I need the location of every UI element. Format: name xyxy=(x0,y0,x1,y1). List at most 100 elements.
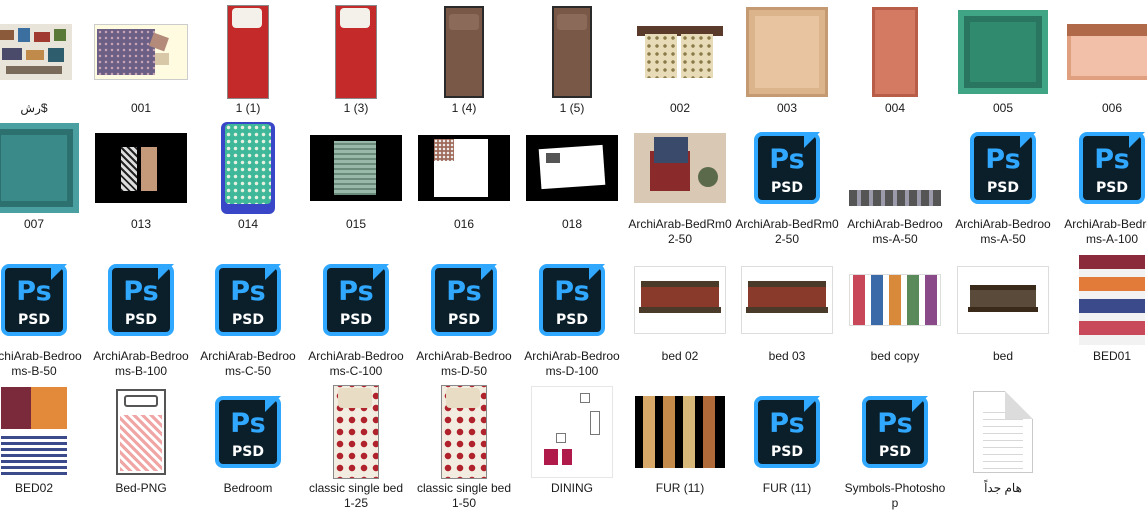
file-label: 013 xyxy=(130,217,152,231)
image-thumbnail-icon xyxy=(196,120,300,216)
file-item[interactable]: BED02 xyxy=(0,384,86,496)
file-item[interactable]: 001 xyxy=(89,4,193,116)
file-label: ArchiArab-Bedrooms-A-100 xyxy=(1064,217,1147,246)
file-label: ArchiArab-Bedrooms-A-50 xyxy=(955,217,1051,246)
file-label: رش$ xyxy=(20,101,48,115)
image-thumbnail-icon xyxy=(520,4,624,100)
photoshop-file-icon: Ps PSD xyxy=(735,384,839,480)
file-item[interactable]: 006 xyxy=(1060,4,1147,116)
image-thumbnail-icon xyxy=(412,384,516,480)
image-thumbnail-icon xyxy=(304,120,408,216)
file-item[interactable]: 018 xyxy=(520,120,624,232)
file-item[interactable]: Ps PSD Bedroom xyxy=(196,384,300,496)
file-label: BED02 xyxy=(14,481,54,495)
photoshop-file-icon: Ps PSD xyxy=(196,252,300,348)
file-label: 018 xyxy=(561,217,583,231)
file-item[interactable]: 003 xyxy=(735,4,839,116)
file-item[interactable]: bed xyxy=(951,252,1055,364)
image-thumbnail-icon xyxy=(735,252,839,348)
image-thumbnail-icon xyxy=(843,4,947,100)
file-item[interactable]: ArchiArab-BedRm02-50 xyxy=(628,120,732,247)
file-item[interactable]: 013 xyxy=(89,120,193,232)
file-label: 015 xyxy=(345,217,367,231)
file-item[interactable]: 004 xyxy=(843,4,947,116)
file-label: 014 xyxy=(237,217,259,231)
file-item[interactable]: BED01 xyxy=(1060,252,1147,364)
image-thumbnail-icon xyxy=(89,4,193,100)
image-thumbnail-icon xyxy=(843,252,947,348)
photoshop-file-icon: Ps PSD xyxy=(89,252,193,348)
file-item[interactable]: Ps PSD ArchiArab-Bedrooms-A-50 xyxy=(951,120,1055,247)
file-label: 002 xyxy=(669,101,691,115)
text-document-icon xyxy=(951,384,1055,480)
file-item[interactable]: bed 02 xyxy=(628,252,732,364)
photoshop-file-icon: Ps PSD xyxy=(0,252,86,348)
file-label: ArchiArab-BedRm02-50 xyxy=(735,217,839,246)
photoshop-file-icon: Ps PSD xyxy=(304,252,408,348)
file-item[interactable]: Ps PSD ArchiArab-Bedrooms-C-50 xyxy=(196,252,300,379)
file-label: FUR (11) xyxy=(762,481,812,495)
photoshop-file-icon: Ps PSD xyxy=(735,120,839,216)
file-label: DINING xyxy=(551,481,593,495)
file-label: ArchiArab-Bedrooms-C-50 xyxy=(200,349,296,378)
photoshop-file-icon: Ps PSD xyxy=(951,120,1055,216)
file-item[interactable]: 015 xyxy=(304,120,408,232)
file-label: 1 (3) xyxy=(343,101,369,115)
file-label: 1 (1) xyxy=(235,101,261,115)
file-label: ArchiArab-BedRm02-50 xyxy=(628,217,732,246)
file-label: 001 xyxy=(130,101,152,115)
image-thumbnail-icon xyxy=(520,384,624,480)
file-item[interactable]: 005 xyxy=(951,4,1055,116)
image-thumbnail-icon xyxy=(1060,252,1147,348)
image-thumbnail-icon xyxy=(951,4,1055,100)
image-thumbnail-icon xyxy=(843,120,947,216)
file-item[interactable]: Ps PSD ArchiArab-Bedrooms-D-50 xyxy=(412,252,516,379)
file-item[interactable]: 1 (4) xyxy=(412,4,516,116)
file-label: ArchiArab-Bedrooms-C-100 xyxy=(308,349,404,378)
image-thumbnail-icon xyxy=(412,4,516,100)
image-thumbnail-icon xyxy=(0,120,86,216)
photoshop-file-icon: Ps PSD xyxy=(843,384,947,480)
file-item[interactable]: رش$ xyxy=(0,4,86,116)
file-item[interactable]: 014 xyxy=(196,120,300,232)
file-item[interactable]: 1 (5) xyxy=(520,4,624,116)
file-item[interactable]: 1 (1) xyxy=(196,4,300,116)
file-label: هام جداً xyxy=(984,481,1022,495)
file-item[interactable]: Ps PSD Symbols-Photoshop xyxy=(843,384,947,511)
file-label: FUR (11) xyxy=(655,481,705,495)
file-item[interactable]: bed copy xyxy=(843,252,947,364)
file-item[interactable]: Ps PSD ArchiArab-Bedrooms-B-100 xyxy=(89,252,193,379)
file-item[interactable]: 016 xyxy=(412,120,516,232)
image-thumbnail-icon xyxy=(0,384,86,480)
image-thumbnail-icon xyxy=(1060,4,1147,100)
photoshop-file-icon: Ps PSD xyxy=(412,252,516,348)
image-thumbnail-icon xyxy=(628,120,732,216)
file-item[interactable]: FUR (11) xyxy=(628,384,732,496)
file-item[interactable]: Bed-PNG xyxy=(89,384,193,496)
file-item[interactable]: classic single bed 1-25 xyxy=(304,384,408,511)
image-thumbnail-icon xyxy=(0,4,86,100)
file-label: 1 (4) xyxy=(451,101,477,115)
file-item[interactable]: Ps PSD ArchiArab-BedRm02-50 xyxy=(735,120,839,247)
file-item[interactable]: هام جداً xyxy=(951,384,1055,496)
file-item[interactable]: 1 (3) xyxy=(304,4,408,116)
file-label: ArchiArab-Bedrooms-B-50 xyxy=(0,349,82,378)
file-item[interactable]: DINING xyxy=(520,384,624,496)
file-item[interactable]: ArchiArab-Bedrooms-A-50 xyxy=(843,120,947,247)
file-item[interactable]: Ps PSD ArchiArab-Bedrooms-D-100 xyxy=(520,252,624,379)
file-label: classic single bed 1-25 xyxy=(308,481,404,510)
file-item[interactable]: PsPSD ArchiArab-Bedrooms-B-50 xyxy=(0,252,86,379)
file-item[interactable]: Ps PSD FUR (11) xyxy=(735,384,839,496)
file-item[interactable]: 007 xyxy=(0,120,86,232)
file-item[interactable]: PsPSD ArchiArab-Bedrooms-A-100 xyxy=(1060,120,1147,247)
file-label: ArchiArab-Bedrooms-D-100 xyxy=(524,349,620,378)
file-item[interactable]: bed 03 xyxy=(735,252,839,364)
file-label: 007 xyxy=(23,217,45,231)
file-item[interactable]: 002 xyxy=(628,4,732,116)
file-item[interactable]: Ps PSD ArchiArab-Bedrooms-C-100 xyxy=(304,252,408,379)
photoshop-file-icon: Ps PSD xyxy=(1060,120,1147,216)
file-label: classic single bed 1-50 xyxy=(416,481,512,510)
file-item[interactable]: classic single bed 1-50 xyxy=(412,384,516,511)
file-label: bed xyxy=(992,349,1014,363)
file-label: 016 xyxy=(453,217,475,231)
